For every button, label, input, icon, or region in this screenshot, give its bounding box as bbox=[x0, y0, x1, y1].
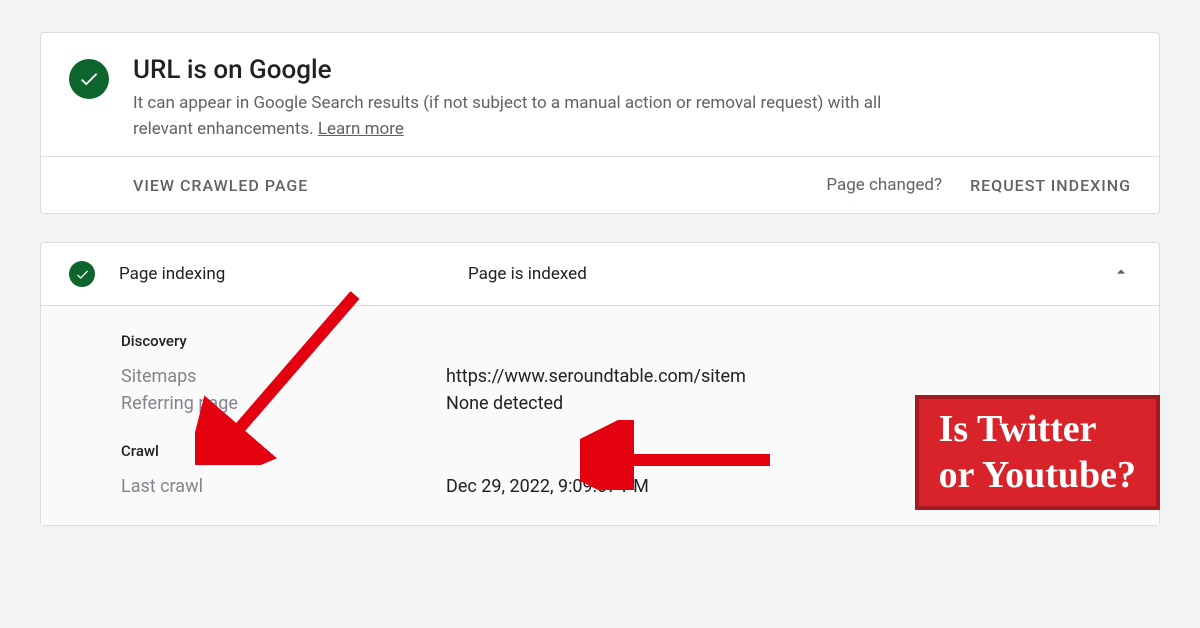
sitemaps-label: Sitemaps bbox=[121, 366, 446, 387]
status-title: URL is on Google bbox=[133, 55, 1131, 85]
referring-page-label: Referring page bbox=[121, 393, 446, 414]
discovery-heading: Discovery bbox=[121, 332, 1131, 350]
sitemaps-row: Sitemaps https://www.seroundtable.com/si… bbox=[121, 366, 1131, 387]
referring-page-value: None detected bbox=[446, 393, 563, 414]
last-crawl-label: Last crawl bbox=[121, 476, 446, 497]
page-changed-label: Page changed? bbox=[826, 175, 942, 195]
right-actions: Page changed? REQUEST INDEXING bbox=[826, 175, 1131, 195]
status-subtitle-text: It can appear in Google Search results (… bbox=[133, 93, 881, 139]
page-indexing-header[interactable]: Page indexing Page is indexed bbox=[41, 243, 1159, 305]
url-status-card: URL is on Google It can appear in Google… bbox=[40, 32, 1160, 214]
status-text-block: URL is on Google It can appear in Google… bbox=[133, 55, 1131, 142]
status-header: URL is on Google It can appear in Google… bbox=[41, 33, 1159, 156]
last-crawl-value: Dec 29, 2022, 9:09:07 PM bbox=[446, 476, 649, 497]
status-actions: VIEW CRAWLED PAGE Page changed? REQUEST … bbox=[41, 156, 1159, 213]
annotation-line2: or Youtube? bbox=[939, 453, 1136, 499]
annotation-line1: Is Twitter bbox=[939, 407, 1136, 453]
indexing-title: Page indexing bbox=[119, 264, 444, 284]
request-indexing-button[interactable]: REQUEST INDEXING bbox=[970, 176, 1131, 195]
check-icon bbox=[69, 59, 109, 99]
annotation-box: Is Twitter or Youtube? bbox=[915, 395, 1160, 510]
chevron-up-icon[interactable] bbox=[1111, 262, 1131, 286]
status-subtitle: It can appear in Google Search results (… bbox=[133, 91, 893, 142]
learn-more-link[interactable]: Learn more bbox=[318, 119, 404, 139]
check-icon bbox=[69, 261, 95, 287]
sitemaps-value: https://www.seroundtable.com/sitem bbox=[446, 366, 746, 387]
indexing-status: Page is indexed bbox=[468, 264, 1087, 284]
view-crawled-page-button[interactable]: VIEW CRAWLED PAGE bbox=[133, 176, 308, 195]
